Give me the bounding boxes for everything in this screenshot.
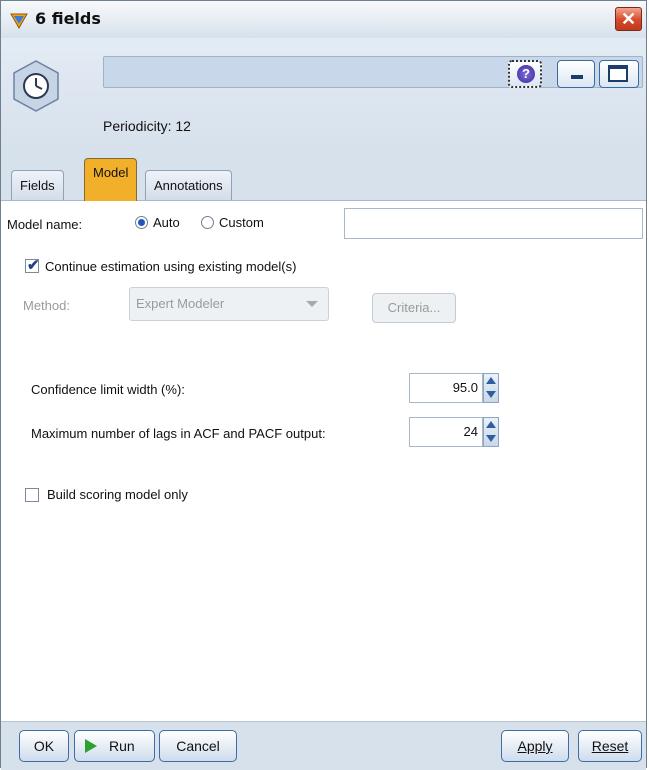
run-button-label: Run bbox=[109, 738, 135, 754]
cancel-button[interactable]: Cancel bbox=[159, 730, 237, 762]
checkmark-icon: ✔ bbox=[27, 257, 40, 274]
criteria-button[interactable]: Criteria... bbox=[372, 293, 456, 323]
maximize-icon bbox=[608, 65, 628, 82]
max-lags-spinner[interactable]: 24 bbox=[409, 417, 499, 447]
minimize-icon bbox=[571, 75, 583, 79]
auto-radio-label: Auto bbox=[153, 215, 180, 230]
tab-bar: Fields Model Annotations bbox=[1, 150, 646, 201]
spin-down-icon[interactable] bbox=[486, 391, 496, 398]
help-button[interactable]: ? bbox=[508, 60, 542, 88]
method-value: Expert Modeler bbox=[136, 296, 225, 311]
method-label: Method: bbox=[23, 298, 70, 313]
help-icon: ? bbox=[517, 65, 535, 83]
max-lags-label: Maximum number of lags in ACF and PACF o… bbox=[31, 426, 326, 441]
confidence-limit-input[interactable]: 95.0 bbox=[409, 373, 483, 403]
spinner-arrows[interactable] bbox=[483, 417, 499, 447]
window-title: 6 fields bbox=[35, 9, 101, 28]
dropdown-arrow-icon bbox=[306, 301, 318, 307]
tab-fields[interactable]: Fields bbox=[11, 170, 64, 200]
spin-down-icon[interactable] bbox=[486, 435, 496, 442]
max-lags-input[interactable]: 24 bbox=[409, 417, 483, 447]
continue-estimation-label: Continue estimation using existing model… bbox=[45, 259, 297, 274]
play-icon bbox=[85, 739, 97, 753]
maximize-button[interactable] bbox=[599, 60, 639, 88]
close-button[interactable]: ✕ bbox=[615, 7, 642, 31]
tab-model[interactable]: Model bbox=[84, 158, 138, 201]
spinner-arrows[interactable] bbox=[483, 373, 499, 403]
confidence-limit-spinner[interactable]: 95.0 bbox=[409, 373, 499, 403]
dialog-window: 6 fields ✕ ? Periodicity: 12 Fields Mode… bbox=[0, 0, 647, 770]
periodicity-label: Periodicity: 12 bbox=[103, 118, 191, 134]
tab-annotations[interactable]: Annotations bbox=[145, 170, 232, 200]
custom-radio-label: Custom bbox=[219, 215, 264, 230]
apply-button[interactable]: Apply bbox=[501, 730, 569, 762]
title-bar[interactable]: 6 fields ✕ bbox=[1, 1, 646, 39]
clock-node-icon bbox=[13, 60, 59, 112]
method-dropdown[interactable]: Expert Modeler bbox=[129, 287, 329, 321]
ok-button[interactable]: OK bbox=[19, 730, 69, 762]
run-button[interactable]: Run bbox=[74, 730, 155, 762]
reset-button[interactable]: Reset bbox=[578, 730, 642, 762]
build-scoring-checkbox[interactable] bbox=[25, 488, 39, 502]
custom-radio[interactable] bbox=[201, 216, 214, 229]
node-header: ? Periodicity: 12 bbox=[1, 38, 646, 150]
model-name-label: Model name: bbox=[7, 217, 83, 232]
minimize-button[interactable] bbox=[557, 60, 595, 88]
node-shield-icon bbox=[10, 13, 28, 30]
custom-model-name-input[interactable] bbox=[344, 208, 643, 239]
model-tab-panel: Model name: Auto Custom ✔ Continue estim… bbox=[1, 201, 646, 721]
confidence-limit-label: Confidence limit width (%): bbox=[31, 382, 185, 397]
build-scoring-label: Build scoring model only bbox=[47, 487, 188, 502]
auto-radio[interactable] bbox=[135, 216, 148, 229]
continue-estimation-checkbox[interactable]: ✔ bbox=[25, 257, 40, 274]
spin-up-icon[interactable] bbox=[486, 421, 496, 428]
spin-up-icon[interactable] bbox=[486, 377, 496, 384]
button-bar: OK Run Cancel Apply Reset bbox=[1, 721, 646, 770]
